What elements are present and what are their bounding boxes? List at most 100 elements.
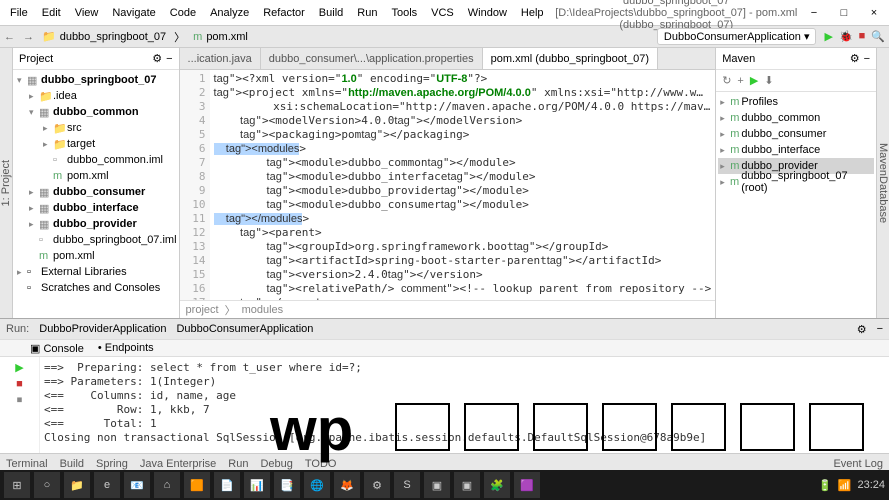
tree-item[interactable]: ▸📁src xyxy=(15,120,177,136)
menu-tools[interactable]: Tools xyxy=(385,4,423,22)
editor-tab[interactable]: ...ication.java xyxy=(180,48,261,69)
taskbar-app[interactable]: 🟪 xyxy=(514,472,540,498)
taskbar-app[interactable]: ▣ xyxy=(454,472,480,498)
tree-item[interactable]: ▸📁.idea xyxy=(15,88,177,104)
run-toolbar[interactable]: ▶ ■ ⏹ xyxy=(0,357,40,453)
panel-hide-icon[interactable]: − xyxy=(166,53,172,65)
menu-edit[interactable]: Edit xyxy=(36,4,67,22)
taskbar-app[interactable]: 🟧 xyxy=(184,472,210,498)
stop-icon[interactable]: ■ xyxy=(16,378,23,390)
maven-item[interactable]: ▸ m dubbo_interface xyxy=(718,142,874,158)
tree-item[interactable]: ▸▦dubbo_interface xyxy=(15,200,177,216)
tree-item[interactable]: ▫dubbo_springboot_07.iml xyxy=(15,232,177,248)
run-tab-provider[interactable]: DubboProviderApplication xyxy=(39,323,166,335)
breadcrumb-project[interactable]: 📁dubbo_springboot_07 xyxy=(42,30,166,43)
editor-tabs[interactable]: ...ication.javadubbo_consumer\...\applic… xyxy=(180,48,716,70)
maven-item[interactable]: ▸ m dubbo_consumer xyxy=(718,126,874,142)
maven-item[interactable]: ▸ m Profiles xyxy=(718,94,874,110)
tree-item[interactable]: mpom.xml xyxy=(15,248,177,264)
maximize-icon[interactable]: □ xyxy=(829,0,859,26)
window-controls[interactable]: − □ × xyxy=(799,0,889,26)
rerun-icon[interactable]: ▶ xyxy=(15,361,23,374)
nav-forward-icon[interactable]: → xyxy=(23,31,34,43)
tree-item[interactable]: mpom.xml xyxy=(15,168,177,184)
bottom-tab-spring[interactable]: Spring xyxy=(96,458,128,470)
taskbar-app[interactable]: 📑 xyxy=(274,472,300,498)
maven-download-icon[interactable]: ⬇ xyxy=(764,74,773,87)
run-icon[interactable]: ▶ xyxy=(824,30,832,43)
maven-add-icon[interactable]: + xyxy=(737,75,743,87)
menu-help[interactable]: Help xyxy=(515,4,550,22)
endpoints-tab[interactable]: • Endpoints xyxy=(98,342,154,354)
menu-vcs[interactable]: VCS xyxy=(425,4,460,22)
menu-navigate[interactable]: Navigate xyxy=(106,4,161,22)
close-icon[interactable]: × xyxy=(859,0,889,26)
editor-breadcrumb[interactable]: project〉modules xyxy=(180,300,716,318)
run-hide-icon[interactable]: − xyxy=(877,323,883,335)
panel-settings-icon[interactable]: ⚙ xyxy=(152,52,162,65)
menu-code[interactable]: Code xyxy=(164,4,202,22)
system-tray[interactable]: 🔋📶23:24 xyxy=(818,479,885,492)
taskbar-app[interactable]: 📊 xyxy=(244,472,270,498)
nav-back-icon[interactable]: ← xyxy=(4,31,15,43)
taskbar-app[interactable]: ○ xyxy=(34,472,60,498)
editor-tab[interactable]: dubbo_consumer\...\application.propertie… xyxy=(261,48,483,69)
console-tab[interactable]: ▣ Console xyxy=(30,342,84,355)
tree-item[interactable]: ▾▦dubbo_common xyxy=(15,104,177,120)
menu-view[interactable]: View xyxy=(69,4,105,22)
taskbar-app[interactable]: ▣ xyxy=(424,472,450,498)
taskbar-app[interactable]: ⌂ xyxy=(154,472,180,498)
tree-item[interactable]: ▾▦dubbo_springboot_07 xyxy=(15,72,177,88)
search-icon[interactable]: 🔍 xyxy=(871,30,885,43)
taskbar-app[interactable]: ⊞ xyxy=(4,472,30,498)
maven-tree[interactable]: ▸ m Profiles▸ m dubbo_common▸ m dubbo_co… xyxy=(716,92,876,192)
taskbar-app[interactable]: 📁 xyxy=(64,472,90,498)
menu-run[interactable]: Run xyxy=(351,4,383,22)
maven-item[interactable]: ▸ m dubbo_common xyxy=(718,110,874,126)
tree-item[interactable]: ▸▫External Libraries xyxy=(15,264,177,280)
taskbar-app[interactable]: 📧 xyxy=(124,472,150,498)
tree-item[interactable]: ▸▦dubbo_consumer xyxy=(15,184,177,200)
tree-item[interactable]: ▸▦dubbo_provider xyxy=(15,216,177,232)
minimize-icon[interactable]: − xyxy=(799,0,829,26)
project-tree[interactable]: ▾▦dubbo_springboot_07▸📁.idea▾▦dubbo_comm… xyxy=(13,70,179,318)
panel-hide-icon[interactable]: − xyxy=(864,53,870,65)
exit-icon[interactable]: ⏹ xyxy=(17,394,23,407)
taskbar-app[interactable]: 🌐 xyxy=(304,472,330,498)
editor-tab[interactable]: pom.xml (dubbo_springboot_07) xyxy=(483,48,658,69)
bottom-tab-run[interactable]: Run xyxy=(228,458,248,470)
windows-taskbar[interactable]: ⊞○📁e📧⌂🟧📄📊📑🌐🦊⚙S▣▣🧩🟪🔋📶23:24 xyxy=(0,470,889,500)
menu-build[interactable]: Build xyxy=(313,4,349,22)
run-tab-consumer[interactable]: DubboConsumerApplication xyxy=(176,323,313,335)
event-log[interactable]: Event Log xyxy=(833,458,883,470)
maven-settings-icon[interactable]: ⚙ xyxy=(850,52,860,65)
bottom-tab-terminal[interactable]: Terminal xyxy=(6,458,48,470)
tree-item[interactable]: ▫Scratches and Consoles xyxy=(15,280,177,296)
run-settings-icon[interactable]: ⚙ xyxy=(857,323,867,336)
maven-item[interactable]: ▸ m dubbo_springboot_07 (root) xyxy=(718,174,874,190)
menu-window[interactable]: Window xyxy=(462,4,513,22)
menu-refactor[interactable]: Refactor xyxy=(257,4,311,22)
maven-refresh-icon[interactable]: ↻ xyxy=(722,74,731,87)
tree-item[interactable]: ▸📁target xyxy=(15,136,177,152)
tree-item[interactable]: ▫dubbo_common.iml xyxy=(15,152,177,168)
run-config-select[interactable]: DubboConsumerApplication ▾ xyxy=(657,28,817,45)
menu-file[interactable]: File xyxy=(4,4,34,22)
right-gutter[interactable]: MavenDatabase xyxy=(876,48,889,318)
menu-analyze[interactable]: Analyze xyxy=(204,4,255,22)
taskbar-app[interactable]: e xyxy=(94,472,120,498)
taskbar-app[interactable]: S xyxy=(394,472,420,498)
breadcrumb-file[interactable]: mpom.xml xyxy=(193,31,248,43)
taskbar-app[interactable]: 🦊 xyxy=(334,472,360,498)
taskbar-app[interactable]: ⚙ xyxy=(364,472,390,498)
debug-icon[interactable]: 🐞 xyxy=(839,30,853,43)
bottom-tab-build[interactable]: Build xyxy=(60,458,84,470)
stop-icon[interactable]: ■ xyxy=(859,30,866,43)
menu-bar[interactable]: FileEditViewNavigateCodeAnalyzeRefactorB… xyxy=(0,4,554,22)
taskbar-app[interactable]: 📄 xyxy=(214,472,240,498)
code-editor[interactable]: tag"><?xml version="1.0" encoding="UTF-8… xyxy=(210,70,716,300)
maven-run-icon[interactable]: ▶ xyxy=(750,74,758,87)
bottom-tab-java enterprise[interactable]: Java Enterprise xyxy=(140,458,216,470)
left-gutter[interactable]: 1: Project xyxy=(0,48,13,318)
taskbar-app[interactable]: 🧩 xyxy=(484,472,510,498)
